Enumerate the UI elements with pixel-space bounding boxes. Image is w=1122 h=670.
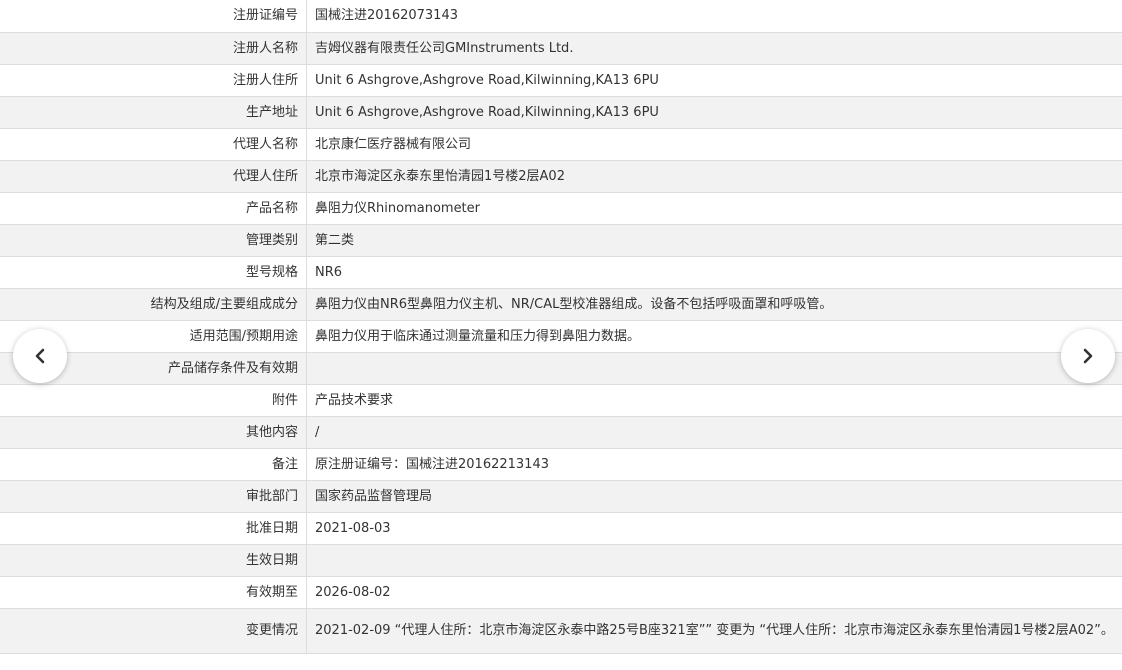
row-value: 2026-08-02 [306, 576, 1122, 609]
row-value: 鼻阻力仪Rhinomanometer [306, 192, 1122, 225]
row-label: 型号规格 [0, 256, 307, 289]
row-value: 产品技术要求 [306, 384, 1122, 417]
row-value: 2021-02-09 “代理人住所：北京市海淀区永泰中路25号B座321室”” … [306, 608, 1122, 654]
row-value: Unit 6 Ashgrove,Ashgrove Road,Kilwinning… [306, 96, 1122, 129]
row-value: 鼻阻力仪由NR6型鼻阻力仪主机、NR/CAL型校准器组成。设备不包括呼吸面罩和呼… [306, 288, 1122, 321]
table-row: 附件 产品技术要求 [0, 384, 1122, 417]
row-value: 第二类 [306, 224, 1122, 257]
table-row: 适用范围/预期用途 鼻阻力仪用于临床通过测量流量和压力得到鼻阻力数据。 [0, 320, 1122, 353]
row-label: 审批部门 [0, 480, 307, 513]
row-label: 代理人住所 [0, 160, 307, 193]
row-label: 注册人住所 [0, 64, 307, 97]
table-row: 变更情况 2021-02-09 “代理人住所：北京市海淀区永泰中路25号B座32… [0, 608, 1122, 654]
row-label: 备注 [0, 448, 307, 481]
row-label: 批准日期 [0, 512, 307, 545]
row-label: 注册人名称 [0, 32, 307, 65]
table-row: 代理人名称 北京康仁医疗器械有限公司 [0, 128, 1122, 161]
row-value: 鼻阻力仪用于临床通过测量流量和压力得到鼻阻力数据。 [306, 320, 1122, 353]
table-row: 有效期至 2026-08-02 [0, 576, 1122, 609]
row-value: 2021-08-03 [306, 512, 1122, 545]
row-value: 国械注进20162073143 [306, 0, 1122, 33]
chevron-right-icon [1083, 348, 1093, 364]
row-value [306, 352, 1122, 385]
row-label: 产品名称 [0, 192, 307, 225]
row-value: 北京康仁医疗器械有限公司 [306, 128, 1122, 161]
row-value [306, 544, 1122, 577]
previous-button[interactable] [13, 329, 67, 383]
table-row: 产品名称 鼻阻力仪Rhinomanometer [0, 192, 1122, 225]
table-row: 生效日期 [0, 544, 1122, 577]
table-row: 注册人住所 Unit 6 Ashgrove,Ashgrove Road,Kilw… [0, 64, 1122, 97]
row-label: 生产地址 [0, 96, 307, 129]
row-label: 注册证编号 [0, 0, 307, 33]
table-row: 注册人名称 吉姆仪器有限责任公司GMInstruments Ltd. [0, 32, 1122, 65]
row-label: 生效日期 [0, 544, 307, 577]
registration-detail-table: 注册证编号 国械注进20162073143 注册人名称 吉姆仪器有限责任公司GM… [0, 0, 1122, 654]
table-row: 审批部门 国家药品监督管理局 [0, 480, 1122, 513]
table-row: 生产地址 Unit 6 Ashgrove,Ashgrove Road,Kilwi… [0, 96, 1122, 129]
row-label: 代理人名称 [0, 128, 307, 161]
row-label: 结构及组成/主要组成成分 [0, 288, 307, 321]
table-row: 注册证编号 国械注进20162073143 [0, 0, 1122, 33]
table-row: 管理类别 第二类 [0, 224, 1122, 257]
table-row: 备注 原注册证编号：国械注进20162213143 [0, 448, 1122, 481]
row-value: NR6 [306, 256, 1122, 289]
table-row: 产品储存条件及有效期 [0, 352, 1122, 385]
row-label: 管理类别 [0, 224, 307, 257]
row-value: 吉姆仪器有限责任公司GMInstruments Ltd. [306, 32, 1122, 65]
row-value: 原注册证编号：国械注进20162213143 [306, 448, 1122, 481]
row-value: 国家药品监督管理局 [306, 480, 1122, 513]
next-button[interactable] [1061, 329, 1115, 383]
table-row: 代理人住所 北京市海淀区永泰东里怡清园1号楼2层A02 [0, 160, 1122, 193]
row-value: / [306, 416, 1122, 449]
row-label: 有效期至 [0, 576, 307, 609]
chevron-left-icon [35, 348, 45, 364]
row-label: 变更情况 [0, 608, 307, 654]
table-row: 结构及组成/主要组成成分 鼻阻力仪由NR6型鼻阻力仪主机、NR/CAL型校准器组… [0, 288, 1122, 321]
table-row: 批准日期 2021-08-03 [0, 512, 1122, 545]
row-value: Unit 6 Ashgrove,Ashgrove Road,Kilwinning… [306, 64, 1122, 97]
row-label: 附件 [0, 384, 307, 417]
table-row: 型号规格 NR6 [0, 256, 1122, 289]
row-label: 其他内容 [0, 416, 307, 449]
row-value: 北京市海淀区永泰东里怡清园1号楼2层A02 [306, 160, 1122, 193]
table-row: 其他内容 / [0, 416, 1122, 449]
